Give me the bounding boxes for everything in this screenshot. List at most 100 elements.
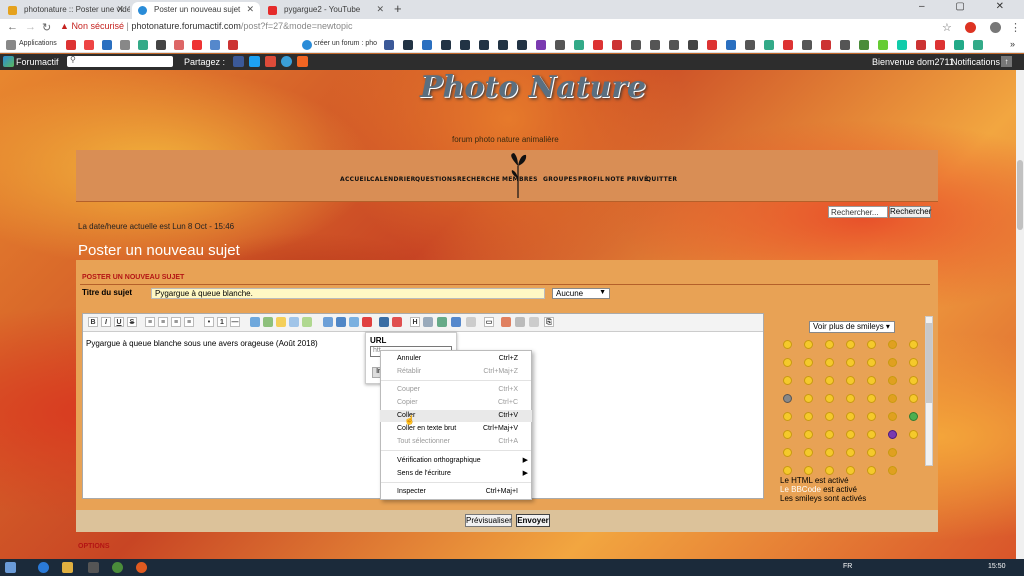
forumactif-search-input[interactable]: ⚲ (67, 55, 173, 67)
smiley-icon[interactable] (888, 448, 897, 457)
bookmark-icon[interactable] (783, 40, 793, 50)
browser-tab-photonature-video[interactable]: photonature :: Poster une vidéo ✕ (2, 2, 130, 19)
file-explorer-icon[interactable] (62, 562, 73, 573)
extension-icon[interactable] (965, 22, 976, 33)
align-right-icon[interactable]: ≡ (171, 317, 181, 327)
bookmark-create-forum[interactable]: créer un forum : pho (314, 40, 377, 47)
smiley-icon[interactable] (783, 376, 792, 385)
bookmark-icon[interactable] (460, 40, 470, 50)
smiley-icon[interactable] (846, 412, 855, 421)
email-icon[interactable] (281, 56, 292, 67)
bookmark-icon[interactable] (859, 40, 869, 50)
superscript-icon[interactable] (451, 317, 461, 327)
google-plus-icon[interactable] (265, 56, 276, 67)
smiley-icon[interactable] (867, 448, 876, 457)
youtube-video-icon[interactable] (362, 317, 372, 327)
smiley-icon[interactable] (783, 466, 792, 475)
smiley-icon[interactable] (888, 376, 897, 385)
font-face-icon[interactable] (437, 317, 447, 327)
firefox-taskbar-icon[interactable] (136, 562, 147, 573)
align-center-icon[interactable]: ≡ (158, 317, 168, 327)
smiley-icon[interactable] (909, 430, 918, 439)
bookmark-icon[interactable] (138, 40, 148, 50)
bbcode-link[interactable]: Le BBCode (780, 485, 821, 494)
bookmark-icon[interactable] (802, 40, 812, 50)
smiley-icon[interactable] (783, 358, 792, 367)
bookmark-icon[interactable] (192, 40, 202, 50)
facebook-icon[interactable] (233, 56, 244, 67)
notifications-link[interactable]: Notifications (951, 57, 1000, 67)
welcome-user[interactable]: Bienvenue dom2711 (872, 57, 954, 67)
smiley-icon[interactable] (804, 394, 813, 403)
smiley-icon[interactable] (867, 412, 876, 421)
address-bar[interactable]: ▲ Non sécurisé | photonature.forumactif.… (60, 21, 950, 35)
bookmark-icon[interactable] (745, 40, 755, 50)
smiley-icon[interactable] (867, 466, 876, 475)
forum-logo[interactable]: Photo Nature (420, 70, 660, 108)
chrome-menu-icon[interactable]: ⋮ (1010, 21, 1021, 34)
smiley-icon[interactable] (783, 412, 792, 421)
hr-icon[interactable]: — (230, 317, 240, 327)
underline-button[interactable]: U (114, 317, 124, 327)
link-icon[interactable] (336, 317, 346, 327)
nav-membres[interactable]: MEMBRES (502, 176, 538, 183)
menu-item-retablir[interactable]: Rétablir Ctrl+Maj+Z (380, 366, 532, 378)
bookmark-icon[interactable] (479, 40, 489, 50)
smiley-icon[interactable] (888, 412, 897, 421)
nav-calendrier[interactable]: CALENDRIER (370, 176, 416, 183)
nav-profil[interactable]: PROFIL (578, 176, 604, 183)
smiley-icon[interactable] (783, 448, 792, 457)
date-icon[interactable] (501, 317, 511, 327)
heading-icon[interactable]: H (410, 317, 420, 327)
preview-button[interactable]: Prévisualiser (465, 514, 512, 527)
smiley-icon[interactable] (909, 394, 918, 403)
smiley-icon[interactable] (846, 448, 855, 457)
bookmark-icon[interactable] (707, 40, 717, 50)
editor-content[interactable]: Pygargue à queue blanche sous une avers … (86, 339, 318, 348)
smiley-icon[interactable] (804, 466, 813, 475)
menu-item-annuler[interactable]: Annuler Ctrl+Z (380, 353, 532, 365)
flash-icon[interactable] (379, 317, 389, 327)
bookmark-apps[interactable]: Applications (19, 40, 57, 47)
smiley-icon[interactable] (888, 430, 897, 439)
page-scrollbar-thumb[interactable] (1017, 160, 1023, 230)
profile-avatar[interactable] (990, 22, 1001, 33)
table-icon[interactable] (302, 317, 312, 327)
bookmark-star-icon[interactable]: ☆ (942, 21, 952, 34)
bookmark-icon[interactable] (156, 40, 166, 50)
align-left-icon[interactable]: ≡ (145, 317, 155, 327)
forumactif-brand[interactable]: Forumactif (16, 57, 59, 67)
topic-icon-select[interactable]: Aucune ▼ (552, 288, 610, 299)
tab-close-icon[interactable]: ✕ (246, 4, 254, 15)
hide-icon[interactable] (289, 317, 299, 327)
bookmark-icon[interactable] (764, 40, 774, 50)
bookmark-icon[interactable] (973, 40, 983, 50)
send-button[interactable]: Envoyer (516, 514, 550, 527)
smiley-icon[interactable] (909, 376, 918, 385)
bookmark-icon[interactable] (669, 40, 679, 50)
smiley-icon[interactable] (825, 412, 834, 421)
bookmark-icon[interactable] (66, 40, 76, 50)
bookmark-icon[interactable] (631, 40, 641, 50)
rss-icon[interactable] (297, 56, 308, 67)
smiley-icon[interactable] (825, 394, 834, 403)
forumactif-logo-icon[interactable] (3, 56, 14, 67)
scroll-top-icon[interactable]: ↑ (1001, 56, 1012, 67)
chrome-taskbar-icon[interactable] (112, 562, 123, 573)
smiley-icon[interactable] (846, 394, 855, 403)
nav-quitter[interactable]: QUITTER (646, 176, 677, 183)
twitter-icon[interactable] (249, 56, 260, 67)
smiley-icon[interactable] (867, 430, 876, 439)
bookmark-icon[interactable] (210, 40, 220, 50)
smiley-icon[interactable] (804, 448, 813, 457)
language-indicator[interactable]: FR (843, 563, 852, 570)
font-size-icon[interactable] (423, 317, 433, 327)
smiley-icon[interactable] (888, 340, 897, 349)
forum-search-input[interactable]: Rechercher... (828, 206, 888, 218)
bookmark-icon[interactable] (574, 40, 584, 50)
smiley-icon[interactable] (846, 376, 855, 385)
smiley-icon[interactable] (825, 466, 834, 475)
strike-button[interactable]: S (127, 317, 137, 327)
browser-tab-new-topic[interactable]: Poster un nouveau sujet ✕ (132, 2, 260, 19)
bookmark-icon[interactable] (821, 40, 831, 50)
